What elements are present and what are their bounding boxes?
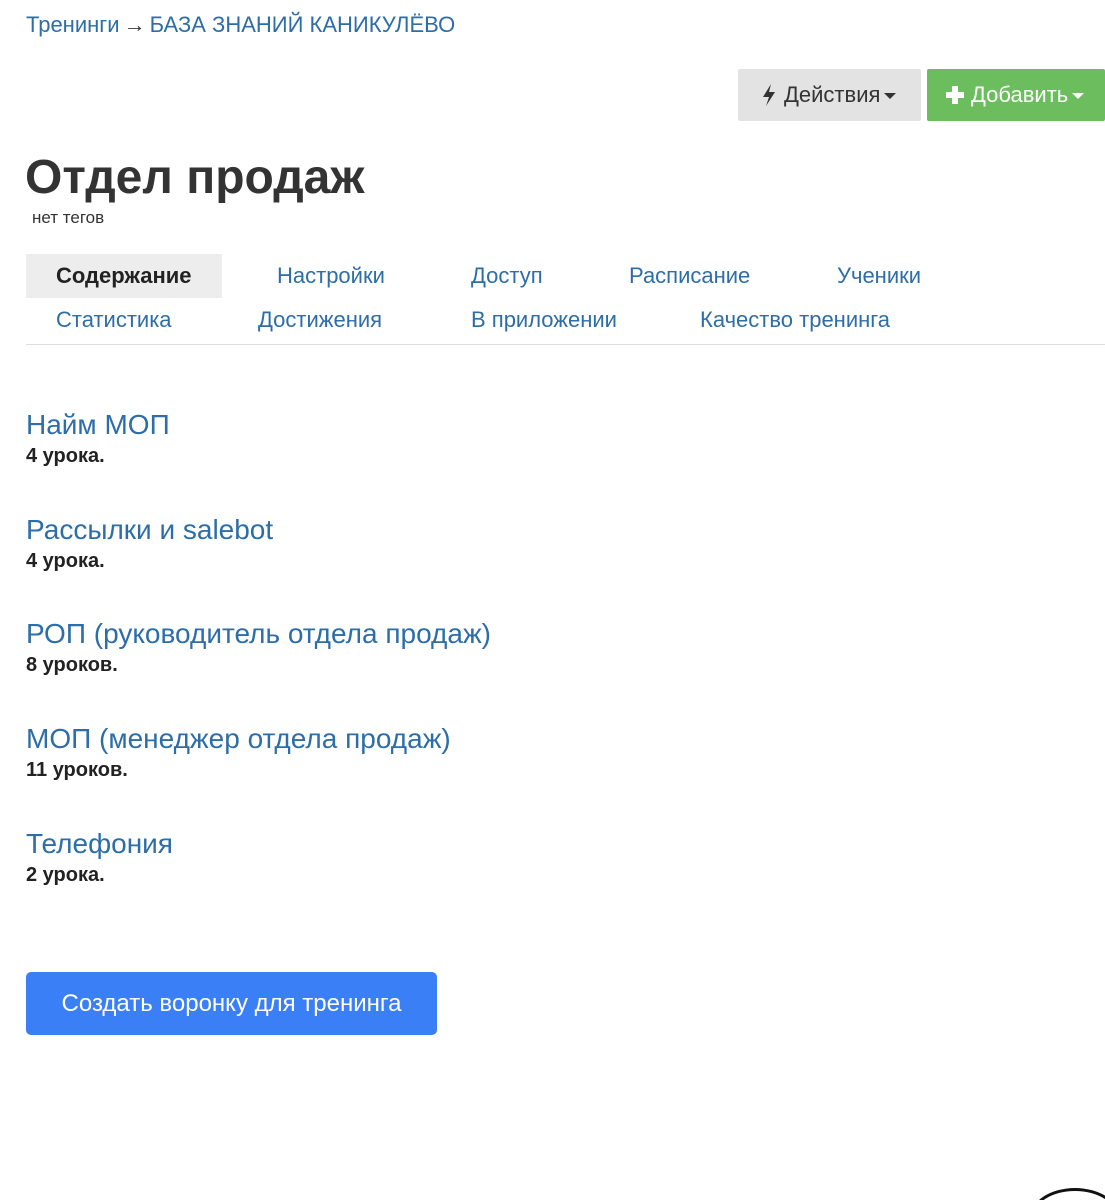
breadcrumb-trainings-link[interactable]: Тренинги <box>26 12 120 37</box>
add-dropdown-button[interactable]: Добавить <box>927 69 1105 121</box>
list-item: МОП (менеджер отдела продаж) 11 уроков. <box>26 721 451 783</box>
lesson-count: 4 урока. <box>26 445 105 467</box>
lesson-title-link[interactable]: РОП (руководитель отдела продаж) <box>26 616 491 652</box>
page-title: Отдел продаж <box>25 151 365 204</box>
tab-statistics[interactable]: Статистика <box>56 298 172 342</box>
lesson-title-link[interactable]: Телефония <box>26 826 173 862</box>
tab-training-quality[interactable]: Качество тренинга <box>700 298 890 342</box>
plus-icon <box>946 86 964 104</box>
bolt-icon <box>763 84 775 106</box>
lesson-count: 8 уроков. <box>26 654 118 676</box>
lesson-title-link[interactable]: МОП (менеджер отдела продаж) <box>26 721 451 757</box>
lesson-count: 4 урока. <box>26 550 105 572</box>
actions-label: Действия <box>784 82 881 107</box>
list-item: РОП (руководитель отдела продаж) 8 уроко… <box>26 616 491 678</box>
tab-settings[interactable]: Настройки <box>277 254 385 298</box>
chevron-down-icon <box>1072 93 1085 99</box>
lesson-title-link[interactable]: Найм МОП <box>26 407 170 443</box>
lesson-count: 2 урока. <box>26 864 105 886</box>
lesson-title-link[interactable]: Рассылки и salebot <box>26 512 273 548</box>
breadcrumb: Тренинги → БАЗА ЗНАНИЙ КАНИКУЛЁВО <box>26 10 455 40</box>
list-item: Телефония 2 урока. <box>26 826 173 888</box>
breadcrumb-current-link[interactable]: БАЗА ЗНАНИЙ КАНИКУЛЁВО <box>150 12 456 37</box>
list-item: Рассылки и salebot 4 урока. <box>26 512 273 574</box>
chat-widget-icon[interactable] <box>1030 1188 1105 1200</box>
toolbar: Действия Добавить <box>738 69 1105 121</box>
chevron-down-icon <box>884 93 897 99</box>
tab-in-app[interactable]: В приложении <box>471 298 617 342</box>
tab-access[interactable]: Доступ <box>471 254 543 298</box>
breadcrumb-separator: → <box>123 12 146 37</box>
tags-label: нет тегов <box>32 208 105 227</box>
tab-content[interactable]: Содержание <box>26 254 222 298</box>
create-funnel-button[interactable]: Создать воронку для тренинга <box>26 972 437 1035</box>
lesson-count: 11 уроков. <box>26 759 128 781</box>
tab-bar: Содержание Настройки Доступ Расписание У… <box>26 254 1105 345</box>
tab-schedule[interactable]: Расписание <box>629 254 750 298</box>
tab-students[interactable]: Ученики <box>837 254 921 298</box>
list-item: Найм МОП 4 урока. <box>26 407 170 469</box>
tab-achievements[interactable]: Достижения <box>258 298 382 342</box>
actions-dropdown-button[interactable]: Действия <box>738 69 921 121</box>
add-label: Добавить <box>971 82 1069 107</box>
